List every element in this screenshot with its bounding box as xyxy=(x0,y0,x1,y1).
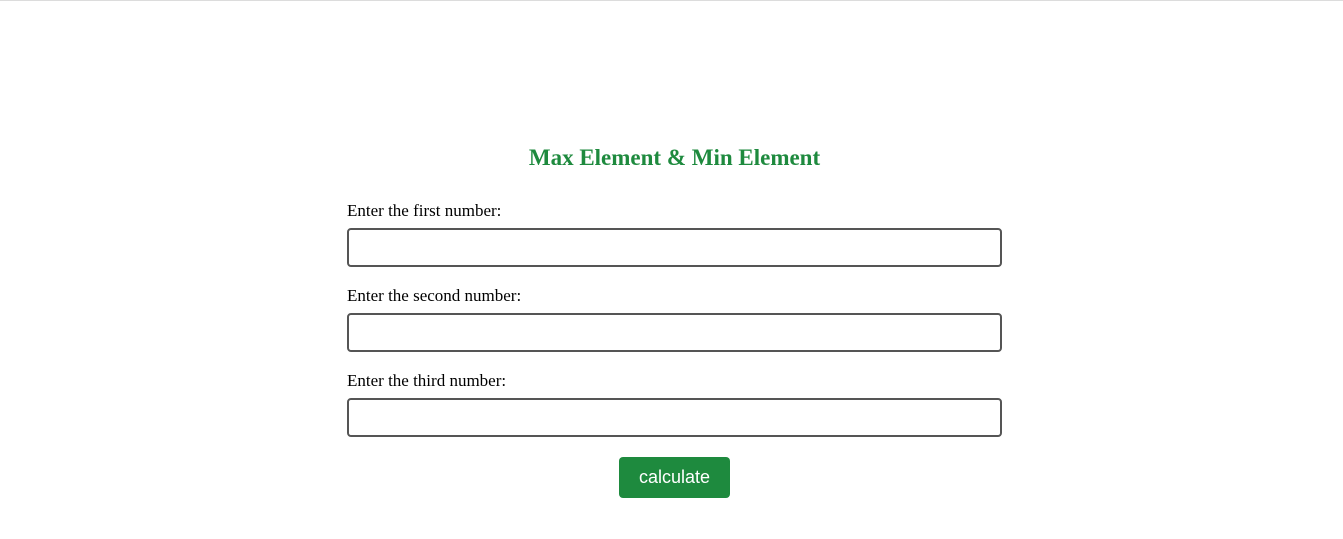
second-number-input[interactable] xyxy=(347,313,1002,352)
second-number-field: Enter the second number: xyxy=(347,284,1002,369)
button-row: calculate xyxy=(619,457,730,498)
first-number-label: Enter the first number: xyxy=(347,201,502,220)
first-number-input[interactable] xyxy=(347,228,1002,267)
number-form: Enter the first number: Enter the second… xyxy=(347,199,1002,454)
second-number-label: Enter the second number: xyxy=(347,286,522,305)
third-number-input[interactable] xyxy=(347,398,1002,437)
third-number-field: Enter the third number: xyxy=(347,369,1002,454)
page-title: Max Element & Min Element xyxy=(528,145,821,170)
first-number-field: Enter the first number: xyxy=(347,199,1002,284)
calculate-button[interactable]: calculate xyxy=(619,457,730,498)
top-divider xyxy=(0,0,1343,1)
third-number-label: Enter the third number: xyxy=(347,371,507,390)
